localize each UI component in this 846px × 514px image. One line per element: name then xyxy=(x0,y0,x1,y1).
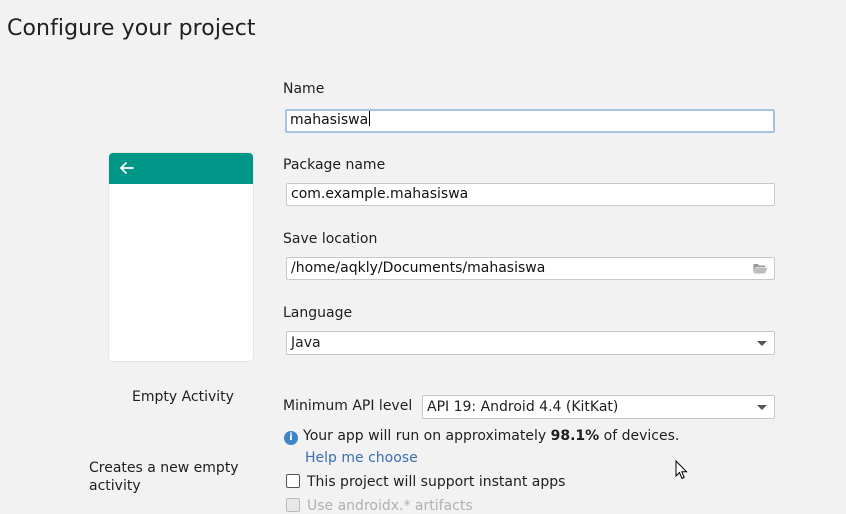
androidx-checkbox[interactable] xyxy=(286,498,300,512)
package-name-value: com.example.mahasiswa xyxy=(291,186,469,202)
info-text-suffix: of devices. xyxy=(599,428,680,444)
language-value: Java xyxy=(291,335,321,351)
template-description: Creates a new empty activity xyxy=(89,460,239,494)
chevron-down-icon xyxy=(757,405,767,410)
instant-apps-option[interactable]: This project will support instant apps xyxy=(286,474,565,490)
template-preview-card xyxy=(109,153,253,361)
info-percent: 98.1% xyxy=(550,428,600,444)
package-name-label: Package name xyxy=(283,157,386,173)
name-input-value: mahasiswa xyxy=(290,112,369,128)
instant-apps-label: This project will support instant apps xyxy=(307,474,566,490)
chevron-down-icon xyxy=(757,341,767,346)
name-label: Name xyxy=(283,81,325,97)
text-caret xyxy=(369,111,371,126)
androidx-option[interactable]: Use androidx.* artifacts xyxy=(286,498,473,514)
min-api-dropdown[interactable]: API 19: Android 4.4 (KitKat) xyxy=(422,395,775,419)
min-api-label: Minimum API level xyxy=(283,398,413,414)
instant-apps-checkbox[interactable] xyxy=(286,474,300,488)
language-dropdown[interactable]: Java xyxy=(286,331,775,355)
preview-app-bar xyxy=(109,153,253,184)
folder-open-icon[interactable] xyxy=(753,263,768,274)
min-api-value: API 19: Android 4.4 (KitKat) xyxy=(427,399,619,415)
package-name-input[interactable]: com.example.mahasiswa xyxy=(286,183,775,206)
info-icon: i xyxy=(284,431,298,445)
device-coverage-info: i Your app will run on approximately 98.1… xyxy=(284,428,679,445)
template-name: Empty Activity xyxy=(132,389,234,405)
help-me-choose-link[interactable]: Help me choose xyxy=(305,450,418,466)
page-title: Configure your project xyxy=(7,16,256,41)
save-location-value: /home/aqkly/Documents/mahasiswa xyxy=(291,260,546,276)
save-location-label: Save location xyxy=(283,231,378,247)
androidx-label: Use androidx.* artifacts xyxy=(307,498,473,514)
language-label: Language xyxy=(283,305,353,321)
arrow-left-icon xyxy=(120,162,134,174)
name-input[interactable]: mahasiswa xyxy=(285,109,775,133)
mouse-cursor-icon xyxy=(675,460,688,480)
info-text-prefix: Your app will run on approximately xyxy=(303,428,551,444)
save-location-input[interactable]: /home/aqkly/Documents/mahasiswa xyxy=(286,257,775,280)
